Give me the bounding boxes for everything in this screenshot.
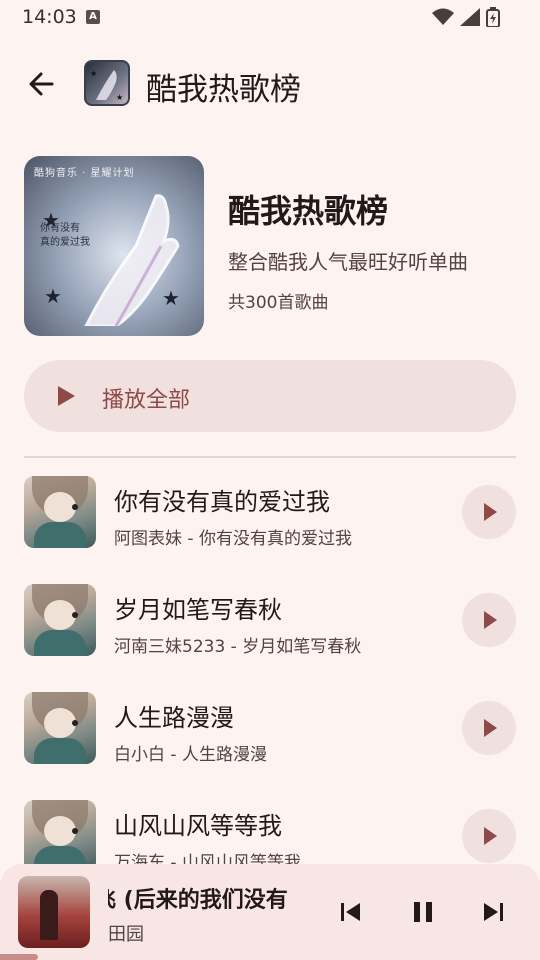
song-play-button[interactable] — [462, 485, 516, 539]
battery-charging-icon — [486, 7, 500, 27]
play-all-label: 播放全部 — [102, 388, 191, 413]
status-time: 14:03 — [22, 6, 77, 28]
song-title: 山风山风等等我 — [114, 812, 282, 840]
wifi-icon — [432, 8, 454, 25]
play-icon — [484, 503, 497, 521]
status-icons — [432, 7, 500, 27]
pause-icon[interactable] — [403, 892, 443, 932]
svg-text:★: ★ — [116, 93, 123, 102]
cover-caption: 酷狗音乐 · 星耀计划 — [34, 168, 135, 179]
song-row[interactable]: 你有没有真的爱过我 阿图表妹 - 你有没有真的爱过我 — [0, 458, 540, 566]
mini-player[interactable]: 飞 (后来的我们没有 田园 — [0, 864, 540, 960]
song-title: 人生路漫漫 — [114, 704, 234, 732]
play-icon — [484, 611, 497, 629]
cellular-signal-icon — [460, 8, 480, 26]
arrow-left-icon[interactable] — [24, 66, 60, 102]
playlist-song-count: 共300首歌曲 — [228, 293, 329, 313]
song-subtitle: 阿图表妹 - 你有没有真的爱过我 — [114, 529, 352, 549]
song-subtitle: 河南三妹5233 - 岁月如笔写春秋 — [114, 637, 362, 657]
play-icon — [58, 386, 75, 406]
play-icon — [484, 719, 497, 737]
now-playing-artist: 田园 — [108, 924, 144, 945]
page-title: 酷我热歌榜 — [146, 72, 301, 108]
playback-progress-fill — [0, 954, 38, 960]
accessibility-notification-icon: A — [86, 10, 100, 24]
playlist-title: 酷我热歌榜 — [228, 192, 389, 230]
hand-artwork-icon: ★ ★ — [90, 69, 123, 102]
song-play-button[interactable] — [462, 701, 516, 755]
now-playing-title: 飞 (后来的我们没有 — [108, 888, 288, 913]
status-bar: 14:03 A — [0, 0, 540, 34]
song-play-button[interactable] — [462, 593, 516, 647]
playback-progress[interactable] — [0, 954, 540, 960]
song-list[interactable]: 你有没有真的爱过我 阿图表妹 - 你有没有真的爱过我 岁月如笔写春秋 河南三妹5… — [0, 458, 540, 864]
playlist-thumbnail: ★ ★ — [84, 60, 130, 106]
star-icon: ★ — [44, 284, 62, 308]
song-row[interactable]: 山风山风等等我 万海东 - 山风山风等等我 — [0, 782, 540, 864]
play-all-button[interactable]: 播放全部 — [24, 360, 516, 432]
song-subtitle: 白小白 - 人生路漫漫 — [114, 745, 267, 765]
star-icon: ★ — [42, 208, 60, 232]
song-title: 岁月如笔写春秋 — [114, 596, 282, 624]
song-row[interactable]: 岁月如笔写春秋 河南三妹5233 - 岁月如笔写春秋 — [0, 566, 540, 674]
now-playing-title-marquee: 飞 (后来的我们没有 — [108, 882, 298, 914]
svg-text:★: ★ — [90, 69, 97, 78]
song-play-button[interactable] — [462, 809, 516, 863]
song-thumbnail — [24, 800, 96, 864]
top-app-bar: ★ ★ 酷我热歌榜 — [0, 52, 540, 116]
song-title: 你有没有真的爱过我 — [114, 488, 330, 516]
playlist-description: 整合酷我人气最旺好听单曲 — [228, 250, 468, 274]
now-playing-cover — [18, 876, 90, 948]
skip-previous-icon[interactable] — [330, 892, 370, 932]
skip-next-icon[interactable] — [474, 892, 514, 932]
song-thumbnail — [24, 476, 96, 548]
play-icon — [484, 827, 497, 845]
song-subtitle: 万海东 - 山风山风等等我 — [114, 853, 301, 864]
star-icon: ★ — [162, 286, 180, 310]
song-row[interactable]: 人生路漫漫 白小白 - 人生路漫漫 — [0, 674, 540, 782]
song-thumbnail — [24, 692, 96, 764]
playlist-cover: 酷狗音乐 · 星耀计划 你有没有 真的爱过我 ★ ★ ★ — [24, 156, 204, 336]
song-thumbnail — [24, 584, 96, 656]
